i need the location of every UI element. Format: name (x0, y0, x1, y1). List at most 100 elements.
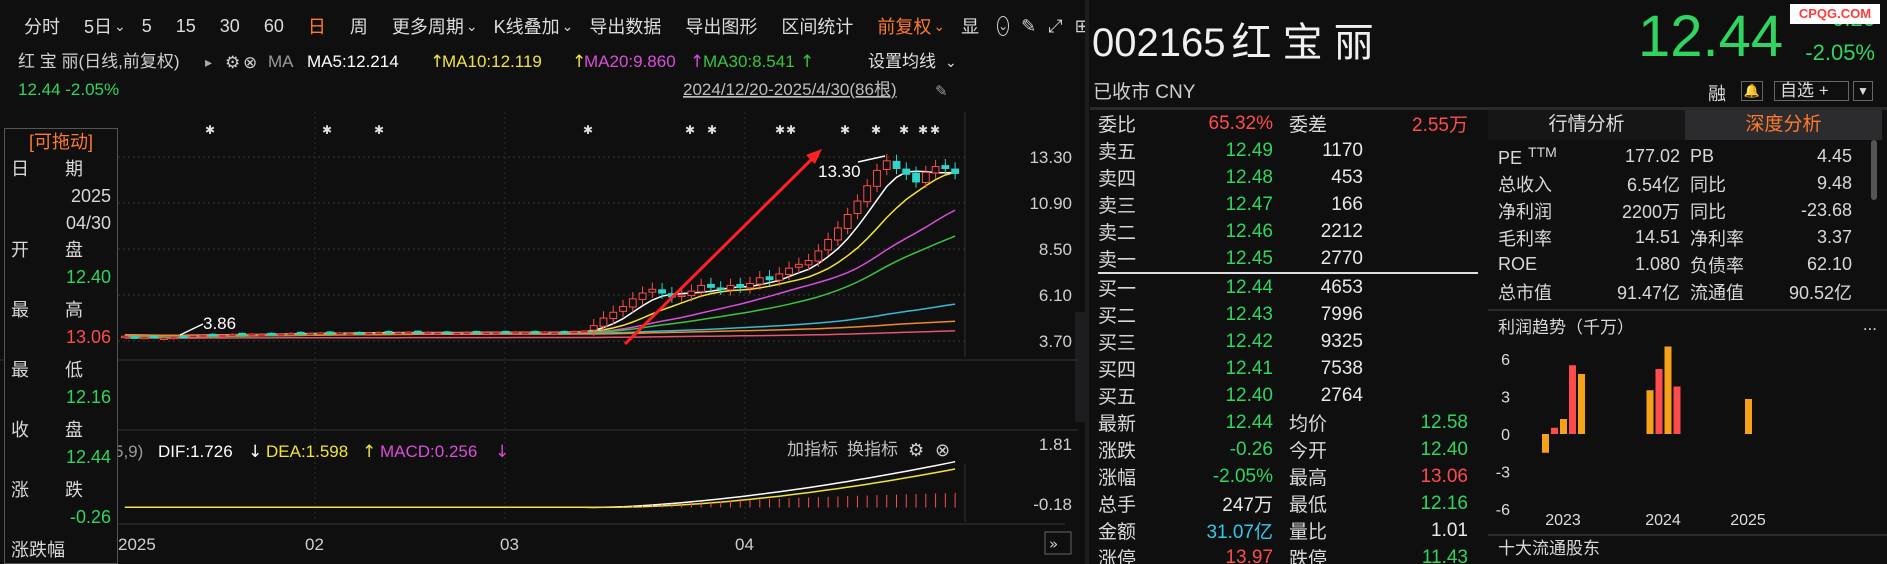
candlestick[interactable] (570, 330, 579, 334)
candlestick[interactable] (394, 332, 403, 335)
tab-deep-analysis[interactable]: 深度分析 (1685, 110, 1882, 140)
event-marker-icon[interactable]: ✱ (899, 123, 909, 137)
bell-icon[interactable]: 🔔 (1741, 81, 1763, 101)
event-marker-icon[interactable]: ✱ (786, 123, 796, 137)
profit-bar[interactable] (1655, 369, 1663, 434)
candlestick[interactable] (453, 332, 461, 335)
event-marker-icon[interactable]: ✱ (205, 123, 215, 137)
candlestick[interactable] (365, 332, 373, 335)
candlestick[interactable] (267, 332, 276, 336)
candlestick[interactable] (345, 332, 354, 336)
tab-market-analysis[interactable]: 行情分析 (1488, 110, 1685, 140)
toolbar-item[interactable]: 15 (164, 16, 208, 37)
profit-bar[interactable] (1551, 427, 1558, 434)
candlestick[interactable] (247, 333, 256, 337)
profit-bar[interactable] (1560, 419, 1567, 434)
candlestick[interactable] (804, 260, 813, 266)
draggable-title[interactable]: [可拖动] (11, 133, 111, 160)
candlestick[interactable] (150, 335, 159, 339)
candlestick[interactable] (873, 169, 881, 187)
gear-icon[interactable]: ⚙ (225, 53, 240, 73)
profit-bar[interactable] (1646, 390, 1654, 434)
candlestick[interactable] (374, 331, 383, 335)
bid-row[interactable]: 买三 12.42 9325 (1098, 328, 1486, 355)
ask-row[interactable]: 卖一 12.45 2770 (1098, 245, 1486, 272)
gear-icon[interactable]: ⚙ (908, 440, 924, 461)
candlestick[interactable] (765, 276, 774, 281)
chevron-down-icon[interactable]: ▼ (1853, 81, 1873, 101)
candlestick[interactable] (843, 214, 852, 229)
profit-bar[interactable] (1745, 399, 1752, 434)
candlestick[interactable] (648, 288, 657, 293)
candlestick[interactable] (287, 332, 295, 336)
candlestick[interactable] (492, 331, 500, 335)
candlestick[interactable] (462, 331, 471, 335)
toolbar-item[interactable]: 导出图形 (673, 13, 769, 39)
event-marker-icon[interactable]: ✱ (871, 123, 881, 137)
chart-date-range[interactable]: 2024/12/20-2025/4/30(86根) (683, 80, 897, 99)
chevron-down-icon[interactable]: ⌄ (466, 18, 478, 35)
event-marker-icon[interactable]: ✱ (707, 123, 717, 137)
candlestick[interactable] (746, 283, 754, 289)
candlestick[interactable] (482, 332, 491, 335)
event-marker-icon[interactable]: ✱ (930, 123, 940, 137)
candlestick[interactable] (531, 330, 540, 334)
candlestick[interactable] (140, 336, 149, 340)
candlestick[interactable] (814, 250, 823, 262)
candlestick[interactable] (179, 335, 188, 339)
candlestick[interactable] (326, 331, 334, 334)
toolbar-item[interactable]: 5 (130, 16, 164, 37)
top-holders-title[interactable]: 十大流通股东 (1488, 536, 1887, 562)
panel-resize-handle[interactable] (1075, 312, 1085, 422)
candlestick[interactable] (628, 298, 637, 308)
candlestick[interactable] (599, 317, 608, 327)
candlestick[interactable] (785, 267, 793, 275)
candlestick[interactable] (355, 331, 364, 335)
candlestick[interactable] (697, 284, 706, 293)
event-markers[interactable]: ✱ ✱ ✱ ✱ ✱ ✱ ✱ ✱ ✱ ✱ ✱ ✱ ✱ (205, 123, 940, 137)
candlestick[interactable] (589, 325, 598, 331)
candlestick[interactable] (931, 166, 940, 174)
event-marker-icon[interactable]: ✱ (374, 123, 384, 137)
bid-row[interactable]: 买一 12.44 4653 (1098, 274, 1486, 301)
chevron-down-icon[interactable]: ⌄ (933, 18, 945, 35)
candlestick[interactable] (218, 334, 227, 338)
candlestick[interactable] (335, 332, 344, 335)
toolbar-item[interactable]: 分时 (12, 13, 72, 39)
candlestick[interactable] (619, 306, 627, 312)
circle-chevron-icon[interactable]: ⌄ (997, 16, 1010, 36)
chevron-down-icon[interactable]: ⌄ (945, 55, 957, 71)
toolbar-item[interactable]: 导出数据 (577, 13, 673, 39)
candlestick[interactable] (726, 284, 735, 291)
candlestick[interactable] (277, 333, 286, 337)
candlestick[interactable] (902, 168, 911, 175)
candlestick[interactable] (853, 200, 862, 215)
toolbar-item[interactable]: 60 (252, 16, 296, 37)
candlestick[interactable] (316, 332, 325, 335)
candlestick[interactable] (404, 331, 413, 335)
candlesticks[interactable] (120, 154, 960, 340)
toolbar-item[interactable]: 区间统计 (769, 13, 865, 39)
expand-icon[interactable]: ⤢ (1048, 13, 1062, 39)
candlestick[interactable] (775, 273, 784, 281)
candlestick[interactable] (833, 227, 842, 241)
bid-row[interactable]: 买二 12.43 7996 (1098, 301, 1486, 328)
candlestick[interactable] (560, 330, 569, 334)
candlestick[interactable] (160, 337, 168, 340)
ask-row[interactable]: 卖三 12.47 166 (1098, 191, 1486, 218)
candlestick[interactable] (238, 332, 247, 336)
toolbar-item[interactable]: K线叠加 (482, 13, 572, 39)
candlestick[interactable] (892, 160, 901, 169)
candlestick[interactable] (755, 277, 764, 285)
profit-bar[interactable] (1578, 374, 1585, 434)
candlestick[interactable] (472, 330, 481, 334)
candlestick[interactable] (540, 331, 549, 334)
candlestick[interactable] (423, 331, 432, 335)
candlestick[interactable] (794, 263, 803, 268)
add-favorite-button[interactable]: 自选 + (1774, 81, 1849, 101)
add-indicator-button[interactable]: 加指标 (787, 440, 838, 459)
candlestick[interactable] (413, 330, 422, 334)
candlestick[interactable] (863, 185, 872, 203)
toolbar-item[interactable]: 更多周期 (380, 13, 476, 39)
margin-badge[interactable]: 融 (1708, 80, 1726, 106)
